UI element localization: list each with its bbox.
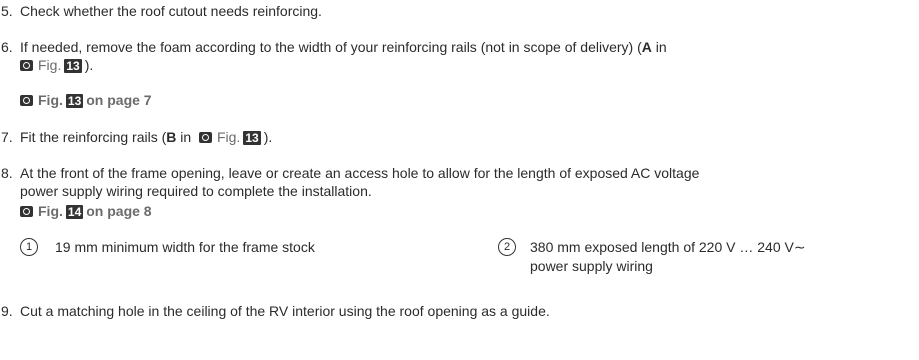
figure-link[interactable]: Fig. [38, 57, 61, 73]
figure-ref-page: on page 8 [86, 203, 152, 219]
legend-marker: 2 [498, 238, 516, 256]
figure-ref-word: Fig. [38, 92, 63, 108]
step-number: 5. [1, 3, 13, 19]
camera-icon [20, 60, 33, 71]
step-9: 9. Cut a matching hole in the ceiling of… [0, 302, 915, 320]
figure-number-badge[interactable]: 13 [243, 131, 261, 145]
step-text-part: Fit the reinforcing rails ( [20, 129, 167, 145]
legend-text: 19 mm minimum width for the frame stock [55, 239, 315, 255]
figure-reference-14[interactable]: Fig. 14 on page 8 [20, 202, 152, 220]
figure-ref-page: on page 7 [86, 92, 152, 108]
callout-letter: A [641, 39, 652, 55]
legend-text: 380 mm exposed length of 220 V … 240 V∼ [530, 239, 806, 255]
camera-icon [20, 95, 33, 106]
step-8: 8. At the front of the frame opening, le… [0, 164, 915, 200]
step-text-part: in [176, 129, 192, 145]
figure-number-badge: 14 [65, 205, 84, 219]
step-5: 5. Check whether the roof cutout needs r… [0, 2, 915, 20]
step-number: 9. [1, 303, 13, 319]
step-text: If needed, remove the foam according to … [20, 38, 915, 74]
step-text-part: ). [84, 57, 94, 73]
step-text-part: If needed, remove the foam according to … [20, 39, 642, 55]
figure-reference-13[interactable]: Fig. 13 on page 7 [20, 91, 152, 109]
step-number: 6. [1, 39, 13, 55]
step-text: Check whether the roof cutout needs rein… [20, 3, 322, 19]
legend-text: power supply wiring [530, 258, 653, 274]
figure-legend: 1 19 mm minimum width for the frame stoc… [0, 222, 919, 274]
figure-number-badge[interactable]: 13 [64, 59, 82, 73]
step-number: 7. [1, 129, 13, 145]
step-text-part: ). [263, 129, 273, 145]
step-7: 7. Fit the reinforcing rails (B in Fig. 1… [0, 128, 915, 146]
camera-icon [20, 206, 33, 217]
figure-link[interactable]: Fig. [217, 129, 240, 145]
step-number: 8. [1, 165, 13, 181]
callout-letter: B [166, 129, 177, 145]
step-text-line: power supply wiring required to complete… [20, 183, 372, 199]
step-text-line: At the front of the frame opening, leave… [20, 165, 700, 181]
figure-ref-word: Fig. [38, 203, 63, 219]
step-6: 6. If needed, remove the foam according … [0, 38, 915, 74]
figure-number-badge: 13 [65, 94, 84, 108]
legend-marker: 1 [20, 238, 38, 256]
step-text: At the front of the frame opening, leave… [20, 164, 915, 200]
step-text: Cut a matching hole in the ceiling of th… [20, 303, 550, 319]
step-text: Fit the reinforcing rails (B in Fig. 13). [20, 128, 915, 146]
step-text-part: in [651, 39, 667, 55]
camera-icon [198, 132, 212, 143]
